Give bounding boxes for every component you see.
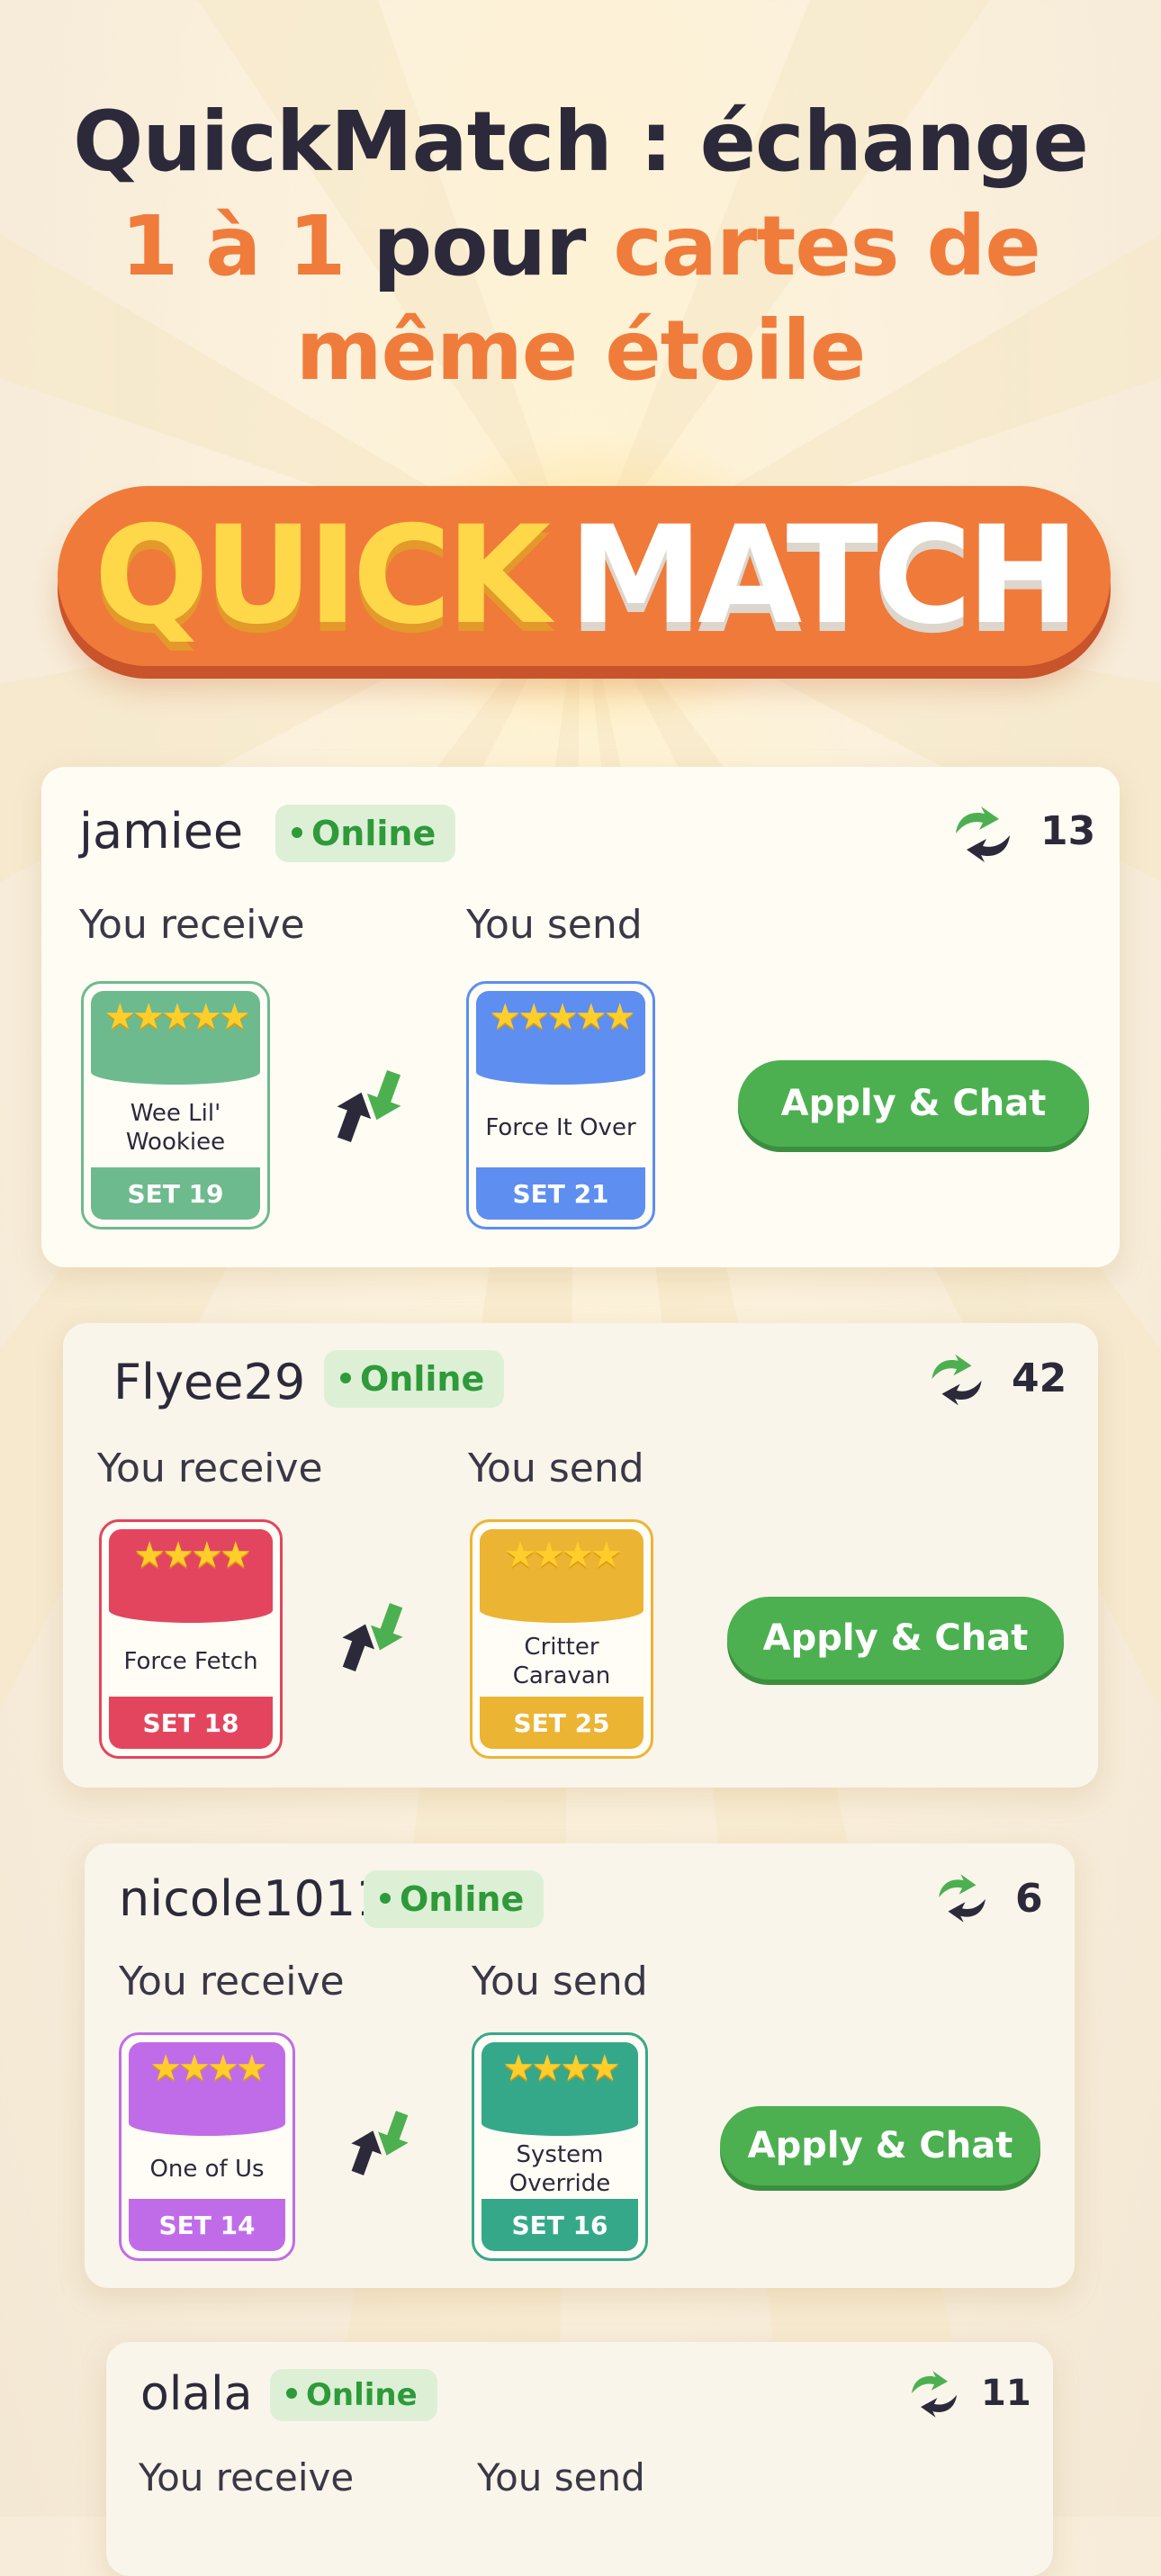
headline-line-3: même étoile — [295, 302, 867, 399]
logo-quick: QUICK — [94, 498, 550, 654]
headline-accent-2: cartes de — [613, 198, 1040, 294]
trade-count: 42 — [1012, 1356, 1067, 1401]
username: Flyee29 — [113, 1354, 306, 1410]
match-card-flyee29: Flyee29 Online 42 You receive You send ★… — [63, 1323, 1098, 1788]
online-dot-icon — [286, 2387, 297, 2399]
set-label: SET 21 — [476, 1167, 645, 1220]
trade-count: 11 — [981, 2373, 1031, 2414]
apply-chat-button[interactable]: Apply & Chat — [738, 1060, 1089, 1147]
username: olala — [140, 2367, 253, 2421]
receive-card[interactable]: ★★★★★ Wee Lil' Wookiee SET 19 — [81, 981, 270, 1229]
exchange-arrows-icon — [342, 1603, 403, 1671]
username: nicole1011 — [119, 1870, 387, 1927]
receive-label: You receive — [139, 2455, 355, 2499]
online-dot-icon — [340, 1372, 351, 1383]
online-badge: Online — [364, 1870, 544, 1928]
send-card[interactable]: ★★★★ System Override SET 16 — [472, 2032, 648, 2261]
online-badge: Online — [275, 805, 456, 862]
send-card[interactable]: ★★★★ Critter Caravan SET 25 — [470, 1519, 653, 1759]
star-rating-icon: ★★★★★ — [489, 997, 635, 1037]
receive-label: You receive — [79, 902, 305, 948]
swap-icon — [956, 806, 1010, 862]
star-rating-icon: ★★★★★ — [104, 997, 250, 1037]
send-label: You send — [468, 1446, 644, 1491]
online-dot-icon — [380, 1892, 391, 1904]
card-name: One of Us — [149, 2156, 265, 2183]
logo-match: MATCH — [568, 498, 1080, 654]
match-card-nicole1011: nicole1011 Online 6 You receive You send… — [85, 1843, 1075, 2288]
set-label: SET 18 — [109, 1697, 273, 1749]
set-label: SET 14 — [129, 2199, 285, 2251]
receive-card[interactable]: ★★★★ One of Us SET 14 — [119, 2032, 295, 2261]
headline-line-1: QuickMatch : échange — [73, 94, 1089, 190]
set-label: SET 25 — [480, 1697, 644, 1749]
receive-card[interactable]: ★★★★ Force Fetch SET 18 — [99, 1519, 283, 1759]
card-name: Wee Lil' Wookiee — [125, 1100, 226, 1156]
send-card[interactable]: ★★★★★ Force It Over SET 21 — [466, 981, 655, 1229]
set-label: SET 16 — [482, 2199, 638, 2251]
star-rating-icon: ★★★★ — [504, 1536, 622, 1575]
send-label: You send — [477, 2455, 645, 2499]
online-badge: Online — [324, 1350, 505, 1408]
logo-banner: QUICK MATCH — [58, 486, 1111, 666]
apply-chat-button[interactable]: Apply & Chat — [727, 1597, 1064, 1680]
quickmatch-logo: QUICK MATCH — [58, 432, 1111, 738]
swap-icon — [932, 1354, 982, 1406]
match-card-olala: olala Online 11 You receive You send — [106, 2342, 1053, 2576]
star-rating-icon: ★★★★ — [502, 2049, 620, 2088]
send-label: You send — [466, 902, 643, 948]
card-name: Force Fetch — [123, 1648, 258, 1675]
swap-icon — [912, 2371, 957, 2418]
set-label: SET 19 — [91, 1167, 260, 1220]
online-dot-icon — [292, 826, 302, 838]
headline-line-2: 1 à 1 pour cartes de — [0, 194, 1161, 299]
receive-label: You receive — [97, 1446, 323, 1491]
exchange-arrows-icon — [351, 2111, 409, 2175]
card-name: Force It Over — [485, 1114, 636, 1141]
apply-chat-button[interactable]: Apply & Chat — [720, 2106, 1040, 2185]
match-card-jamiee: jamiee Online 13 You receive You send ★★… — [41, 767, 1120, 1267]
trade-count: 6 — [1015, 1876, 1043, 1922]
star-rating-icon: ★★★★ — [133, 1536, 251, 1575]
headline: QuickMatch : échange 1 à 1 pour cartes d… — [0, 90, 1161, 403]
swap-icon — [939, 1874, 986, 1923]
card-name: System Override — [508, 2141, 611, 2197]
exchange-arrows-icon — [337, 1069, 401, 1143]
username: jamiee — [79, 803, 244, 860]
trade-count: 13 — [1040, 808, 1096, 854]
send-label: You send — [472, 1959, 648, 2004]
receive-label: You receive — [119, 1959, 345, 2004]
star-rating-icon: ★★★★ — [149, 2049, 267, 2088]
online-badge: Online — [270, 2369, 437, 2421]
card-name: Critter Caravan — [512, 1634, 611, 1689]
headline-accent-1: 1 à 1 — [121, 198, 346, 294]
headline-plain: pour — [345, 198, 614, 294]
